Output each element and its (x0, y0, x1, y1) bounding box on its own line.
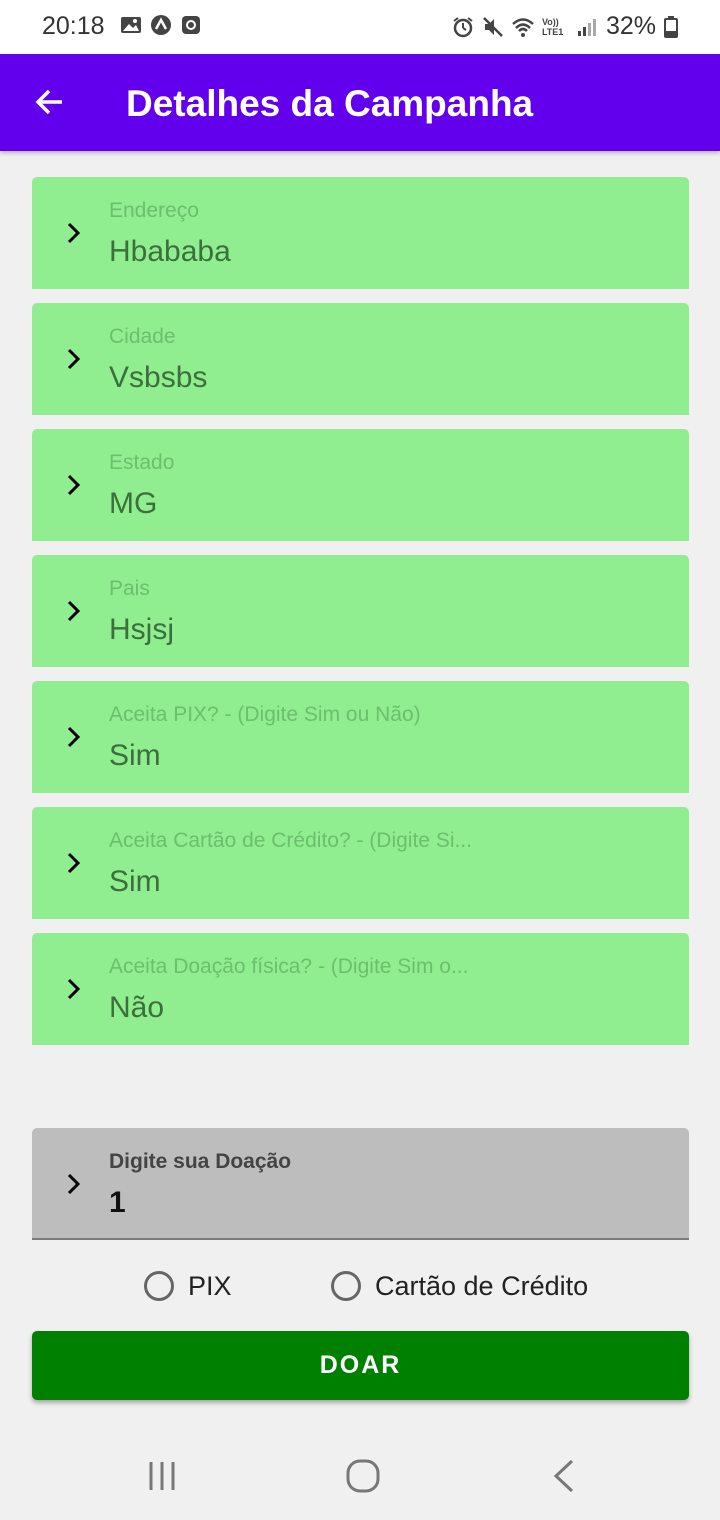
signal-icon (577, 18, 596, 36)
chevron-right-icon (67, 222, 81, 244)
image-icon (121, 17, 141, 33)
radio-label: PIX (188, 1270, 232, 1301)
chevron-right-icon (67, 978, 81, 1000)
field-value: Vsbsbs (109, 361, 208, 394)
field-value: MG (109, 487, 158, 520)
navigation-bar (0, 1430, 720, 1520)
battery-icon (664, 15, 678, 38)
status-bar: 20:18 Vo)) LTE1 32% (0, 0, 720, 54)
chevron-right-icon (67, 1173, 81, 1195)
radio-cartao-credito[interactable]: Cartão de Crédito (331, 1266, 588, 1306)
radio-circle[interactable] (144, 1271, 174, 1301)
field-value: Hsjsj (109, 613, 174, 646)
radio-pix[interactable]: PIX (144, 1266, 232, 1306)
page-title: Detalhes da Campanha (126, 83, 534, 124)
home-icon[interactable] (345, 1458, 383, 1494)
chevron-right-icon (67, 348, 81, 370)
alarm-icon (453, 16, 473, 37)
field-value: Sim (109, 865, 161, 898)
radio-circle[interactable] (331, 1271, 361, 1301)
field-label: Endereço (109, 199, 199, 222)
doar-button[interactable]: DOAR (32, 1331, 689, 1400)
donation-input[interactable]: Digite sua Doação 1 (32, 1128, 689, 1240)
volte-icon: Vo)) LTE1 (541, 16, 564, 37)
field-label: Estado (109, 451, 175, 474)
field-pais[interactable]: Pais Hsjsj (32, 555, 689, 667)
app-bar: Detalhes da Campanha (0, 54, 720, 151)
field-aceita-doacao-fisica[interactable]: Aceita Doação física? - (Digite Sim o...… (32, 933, 689, 1045)
field-value: Não (109, 991, 165, 1024)
field-estado[interactable]: Estado MG (32, 429, 689, 541)
recents-icon[interactable] (146, 1458, 178, 1494)
chevron-right-icon (67, 726, 81, 748)
back-button[interactable] (26, 78, 74, 126)
field-value: Sim (109, 739, 161, 772)
square-app-icon (182, 16, 200, 34)
field-aceita-cartao[interactable]: Aceita Cartão de Crédito? - (Digite Si..… (32, 807, 689, 919)
field-label: Cidade (109, 325, 176, 348)
status-time: 20:18 (42, 12, 105, 40)
field-label: Aceita Doação física? - (Digite Sim o... (109, 955, 469, 978)
battery-percentage: 32% (605, 12, 656, 40)
donation-value: 1 (109, 1186, 126, 1219)
radio-label: Cartão de Crédito (375, 1270, 589, 1301)
wifi-icon (512, 17, 534, 37)
field-endereco[interactable]: Endereço Hbababa (32, 177, 689, 289)
field-label: Aceita PIX? - (Digite Sim ou Não) (109, 703, 421, 726)
field-label: Pais (109, 577, 150, 600)
chevron-right-icon (67, 474, 81, 496)
back-icon[interactable] (550, 1458, 578, 1494)
field-value: Hbababa (109, 235, 231, 268)
arrow-app-icon (151, 15, 171, 35)
back-arrow-icon (35, 89, 62, 115)
chevron-right-icon (67, 600, 81, 622)
donation-label: Digite sua Doação (109, 1150, 292, 1173)
chevron-right-icon (67, 852, 81, 874)
mute-icon (483, 16, 503, 37)
field-label: Aceita Cartão de Crédito? - (Digite Si..… (109, 829, 472, 852)
system-icons: Vo)) LTE1 32% (452, 12, 678, 41)
notification-icons (120, 14, 202, 36)
field-cidade[interactable]: Cidade Vsbsbs (32, 303, 689, 415)
field-aceita-pix[interactable]: Aceita PIX? - (Digite Sim ou Não) Sim (32, 681, 689, 793)
